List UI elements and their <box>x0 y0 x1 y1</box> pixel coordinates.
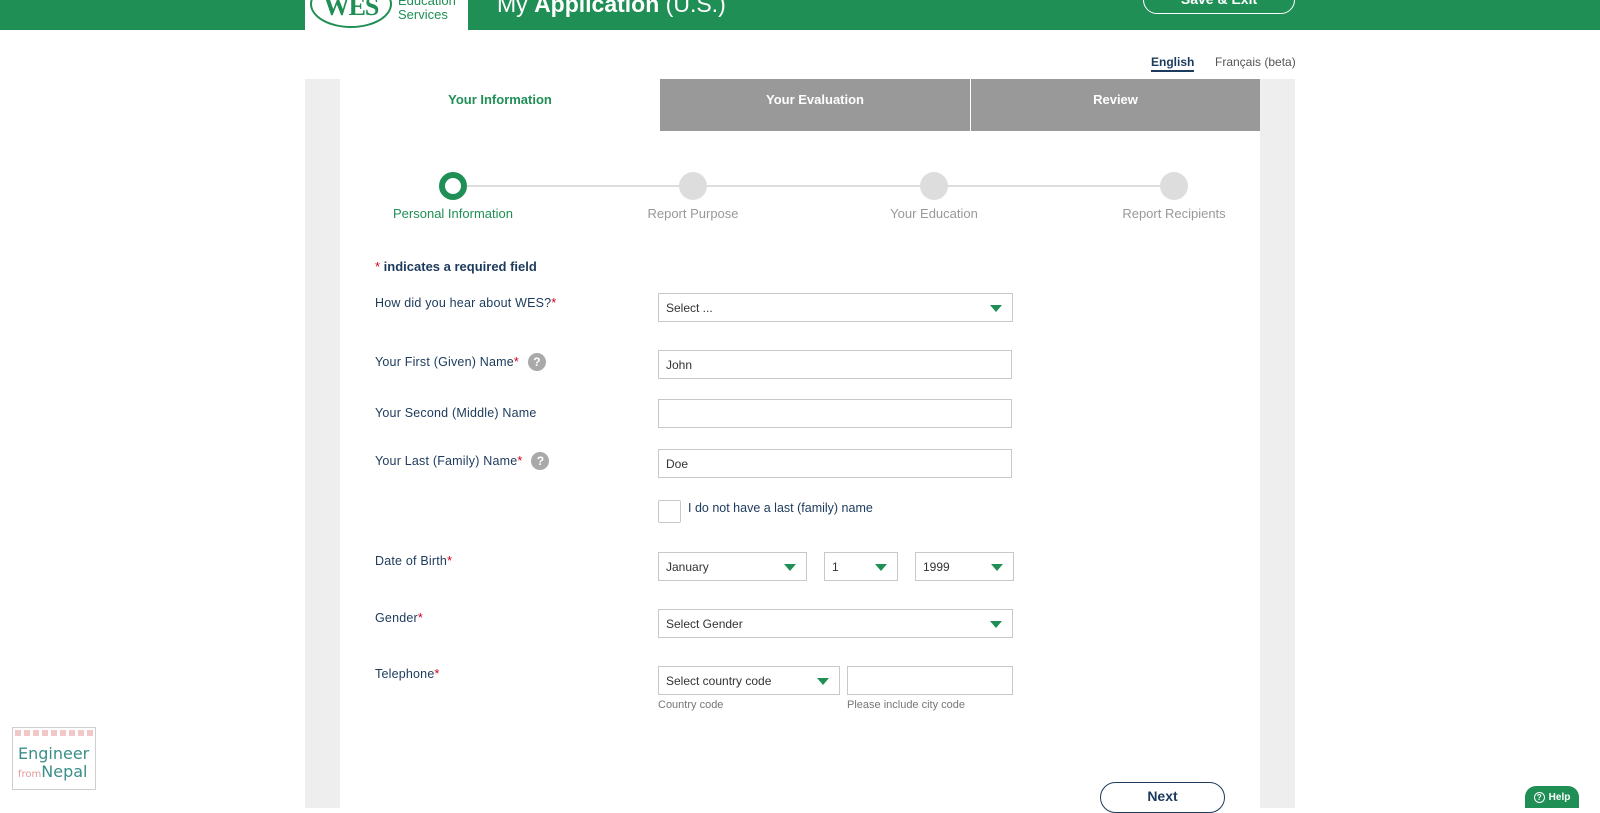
step-label-your-education: Your Education <box>890 206 978 221</box>
chevron-down-icon <box>875 564 887 571</box>
middle-name-field[interactable] <box>658 399 1012 428</box>
country-code-hint: Country code <box>658 699 724 711</box>
last-name-field[interactable]: Doe <box>658 449 1012 478</box>
dob-label: Date of Birth * <box>375 554 452 568</box>
gender-label: Gender * <box>375 611 423 625</box>
dob-year-select[interactable]: 1999 <box>915 552 1014 581</box>
question-mark-icon[interactable]: ? <box>527 353 546 371</box>
dob-day-select[interactable]: 1 <box>824 552 898 581</box>
hear-about-value: Select ... <box>666 300 713 315</box>
dob-label-text: Date of Birth <box>375 554 448 568</box>
tab-your-information[interactable]: Your Information <box>340 79 660 131</box>
last-name-label: Your Last (Family) Name *? <box>375 452 550 470</box>
required-marker: * <box>417 611 423 625</box>
chevron-down-icon <box>991 564 1003 571</box>
first-name-label-text: Your First (Given) Name <box>375 355 514 369</box>
step-label-report-purpose: Report Purpose <box>647 206 739 221</box>
hear-about-label-text: How did you hear about WES? <box>375 296 552 310</box>
first-name-field[interactable]: John <box>658 350 1012 379</box>
step-label-report-recipients: Report Recipients <box>1122 206 1226 221</box>
required-marker: * <box>434 667 440 681</box>
tab-your-evaluation[interactable]: Your Evaluation <box>660 79 970 131</box>
watermark-nepal: Nepal <box>41 762 88 781</box>
country-code-value: Select country code <box>666 673 772 688</box>
logo-ring: WES <box>310 0 392 28</box>
next-button[interactable]: Next <box>1100 782 1225 813</box>
help-button[interactable]: ? Help <box>1525 786 1579 808</box>
page-title: My Application (U.S.) <box>497 0 726 18</box>
no-last-name-label[interactable]: I do not have a last (family) name <box>688 501 873 515</box>
step-dot-report-purpose[interactable] <box>679 172 707 200</box>
wes-logo[interactable]: WES Education Services <box>305 0 468 30</box>
no-last-name-checkbox[interactable] <box>658 500 681 523</box>
chevron-down-icon <box>817 678 829 685</box>
required-marker: * <box>551 296 557 310</box>
telephone-field[interactable] <box>847 666 1013 695</box>
required-marker: * <box>517 454 523 468</box>
hear-about-select[interactable]: Select ... <box>658 293 1013 322</box>
country-code-select[interactable]: Select country code <box>658 666 840 695</box>
chevron-down-icon <box>990 305 1002 312</box>
gender-value: Select Gender <box>666 616 743 631</box>
telephone-label: Telephone * <box>375 667 440 681</box>
watermark-line-2: fromNepal <box>18 762 88 781</box>
dob-month-select[interactable]: January <box>658 552 807 581</box>
required-field-note: * indicates a required field <box>375 259 537 274</box>
step-dot-personal-information[interactable] <box>439 172 467 200</box>
save-exit-button[interactable]: Save & Exit <box>1143 0 1295 14</box>
top-bar: WES Education Services My Application (U… <box>0 0 1600 30</box>
middle-name-label: Your Second (Middle) Name <box>375 406 537 420</box>
first-name-value: John <box>666 357 693 372</box>
gender-select[interactable]: Select Gender <box>658 609 1013 638</box>
help-circle-icon: ? <box>1533 791 1545 803</box>
last-name-value: Doe <box>666 456 689 471</box>
language-french-link[interactable]: Français (beta) <box>1215 55 1296 69</box>
logo-text: Education Services <box>398 0 456 22</box>
required-note-text: indicates a required field <box>380 259 537 274</box>
required-marker: * <box>513 355 519 369</box>
watermark-from: from <box>18 769 42 780</box>
title-suffix: (U.S.) <box>659 0 726 17</box>
question-mark-icon[interactable]: ? <box>531 452 550 470</box>
gender-label-text: Gender <box>375 611 418 625</box>
stepper-track <box>453 185 1174 187</box>
tab-review[interactable]: Review <box>971 79 1260 131</box>
step-dot-your-education[interactable] <box>920 172 948 200</box>
dob-year-value: 1999 <box>923 559 950 574</box>
title-prefix: My <box>497 0 535 17</box>
chevron-down-icon <box>784 564 796 571</box>
telephone-label-text: Telephone <box>375 667 435 681</box>
language-english-link[interactable]: English <box>1151 55 1195 72</box>
dob-month-value: January <box>666 559 709 574</box>
last-name-label-text: Your Last (Family) Name <box>375 454 518 468</box>
watermark-logo: Engineer fromNepal <box>12 727 96 790</box>
application-card: Your Information Your Evaluation Review … <box>340 79 1260 813</box>
hear-about-label: How did you hear about WES? * <box>375 296 556 310</box>
dob-day-value: 1 <box>832 559 839 574</box>
step-label-personal-information: Personal Information <box>393 206 513 221</box>
watermark-strip <box>15 730 93 736</box>
chevron-down-icon <box>990 621 1002 628</box>
logo-letters: WES <box>323 0 380 21</box>
title-bold: Application <box>534 0 660 17</box>
logo-line-2: Services <box>398 7 448 22</box>
help-label: Help <box>1548 791 1571 803</box>
required-marker: * <box>447 554 453 568</box>
first-name-label: Your First (Given) Name *? <box>375 353 546 371</box>
telephone-hint: Please include city code <box>847 699 966 711</box>
step-dot-report-recipients[interactable] <box>1160 172 1188 200</box>
watermark-line-1: Engineer <box>18 744 90 763</box>
middle-name-label-text: Your Second (Middle) Name <box>375 406 537 420</box>
